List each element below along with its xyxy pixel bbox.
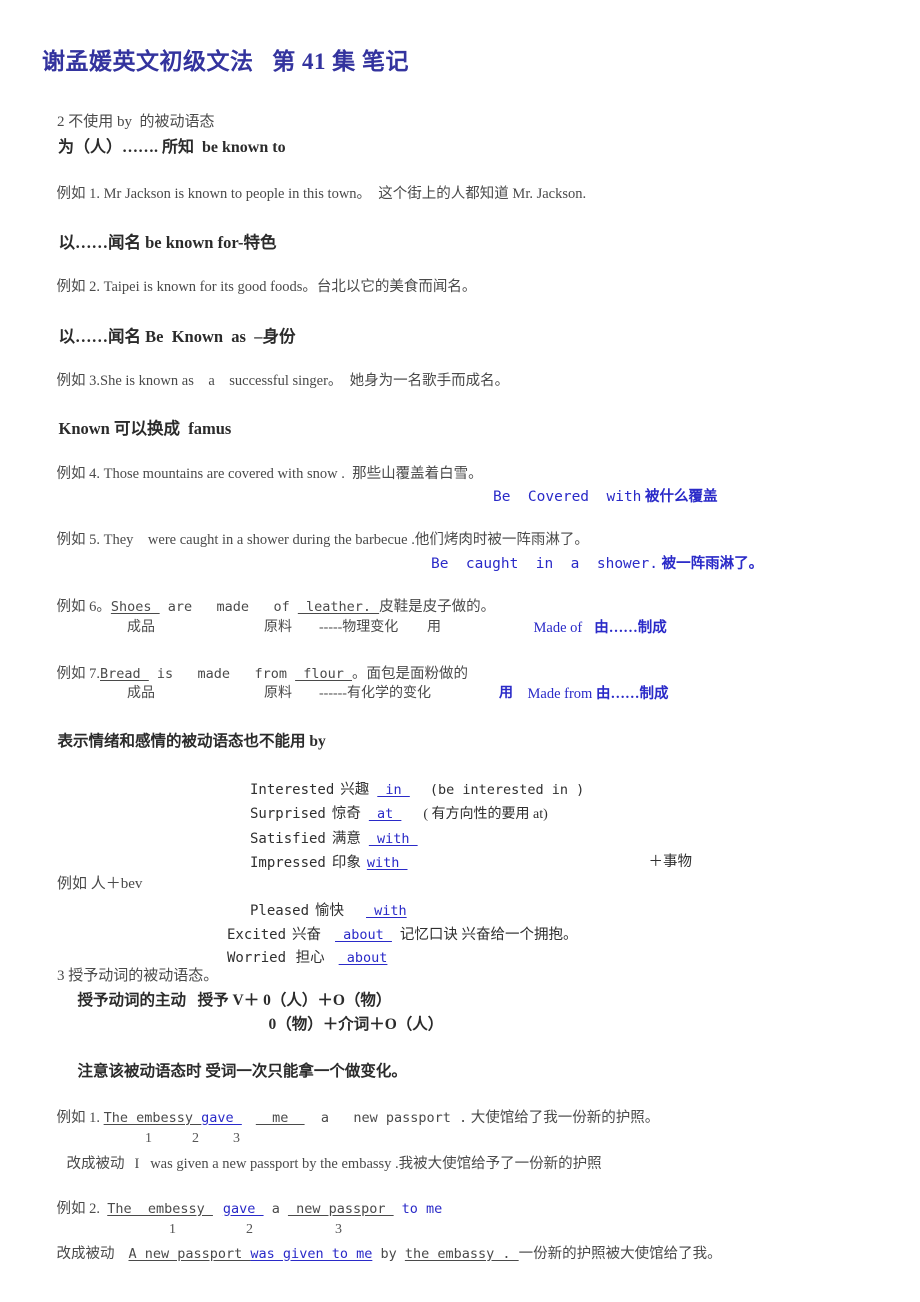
emotion2-note-1: 记忆口诀 兴奋给一个拥抱。 [399,927,578,943]
example-7-rule-english: Made from [527,685,596,702]
example-2-text: 例如 2. Taipei is known for its good foods… [56,278,477,295]
emotion2-row-2: Worried 担心 about [211,934,387,982]
s3-example-1-passive: 改成被动 I was given a new passport by the em… [52,1142,602,1186]
s3-example-2-article: a [263,1200,288,1217]
example-person-bev-text: 例如 人＋bev [57,876,143,892]
s3-example-1-indirect-object: me [255,1109,305,1126]
emotion2-prep-2: about [338,950,388,966]
example-6-note-b-text: 原料 [264,620,292,635]
example-6-note-b: 原料 [250,607,292,649]
heading-emotion: 表示情绪和感情的被动语态也不能用 by [42,718,326,765]
example-6-note-c: -----物理变化 [305,607,398,649]
example-7-note-b-text: 原料 [264,686,292,701]
s3-example-1-passive-label: 改成被动 [66,1155,125,1172]
heading-famus-text: Known 可以换成 famus [58,418,232,438]
emotion-word-3: Impressed [250,855,326,871]
example-6-prefix: 例如 6。 [56,598,111,615]
s3-example-1-prefix: 例如 1. [56,1109,104,1126]
heading-known-as: 以……闻名 Be Known as –身份 [42,312,296,362]
example-person-bev: 例如 人＋bev [42,862,142,907]
example-1-text: 例如 1. Mr Jackson is known to people in t… [56,185,587,202]
example-7-rule-chinese: 由……制成 [595,685,669,702]
example-6-rule: Made of 由……制成 [519,606,667,650]
example-6-note-c-text: -----物理变化 [319,620,399,635]
emotion-cn-3: 印象 [331,855,361,871]
s3-example-2-passive-label: 改成被动 [56,1245,115,1262]
annotation-5: Be caught in a shower. 被一阵雨淋了。 [415,540,763,588]
emotion-row-3: Impressed 印象 with [234,839,408,887]
section2-heading-line2-text: 为（人）……. 所知 be known to [58,139,286,156]
annotation-4-english: Be Covered with [493,489,642,505]
heading-famus: Known 可以换成 famus [42,404,232,454]
section2-heading-line2: 为（人）……. 所知 be known to [42,124,286,172]
s3-example-2-passive-chinese: 一份新的护照被大使馆给了我。 [518,1245,722,1262]
example-7-note-b: 原料 [250,673,292,715]
example-3: 例如 3.She is known as a successful singer… [42,359,510,403]
section3-line-2: 0（物）＋介词＋O（人） [253,1001,444,1048]
example-7-note-c-text: ------有化学的变化 [319,686,431,701]
s3-example-1-chinese: 大使馆给了我一份新的护照。 [467,1109,660,1126]
section3-line-2-text: 0（物）＋介词＋O（人） [268,1015,444,1033]
example-6-note-a: 成品 [113,607,155,649]
document-page: 谢孟媛英文初级文法 第 41 集 笔记 2 不使用 by 的被动语态 为（人）…… [0,0,920,1302]
example-7-note-a: 成品 [113,673,155,715]
heading-known-for: 以……闻名 be known for-特色 [42,218,277,268]
s3-example-2-prefix: 例如 2. [56,1200,108,1217]
s3-example-2-passive-by: by [372,1245,405,1262]
example-6-note-d-text: 用 [427,620,441,635]
s3-example-2-passive: 改成被动 A new passport was given to me by th… [42,1232,722,1276]
page-title: 谢孟媛英文初级文法 第 41 集 笔记 [42,49,409,74]
example-6-note-a-text: 成品 [127,620,155,635]
section3-note: 注意该被动语态时 受词一次只能拿一个做变化。 [62,1048,407,1095]
annotation-4: Be Covered with 被什么覆盖 [477,473,718,521]
s3-example-1-rest: a new passport . [304,1109,468,1126]
example-7-note-c: ------有化学的变化 [305,673,431,715]
example-7-note-d-text: 用 [499,686,513,701]
example-1: 例如 1. Mr Jackson is known to people in t… [42,172,587,216]
s3-example-2-passive-verb: was given to me [250,1245,373,1262]
section3-note-text: 注意该被动语态时 受词一次只能拿一个做变化。 [77,1062,407,1080]
s3-example-1-passive-text: I was given a new passport by the embass… [134,1155,602,1172]
heading-known-for-text: 以……闻名 be known for-特色 [58,232,277,252]
emotion-prep-3: with [366,855,408,871]
heading-emotion-text: 表示情绪和感情的被动语态也不能用 by [57,732,326,750]
annotation-4-chinese: 被什么覆盖 [641,489,718,505]
example-7-note-a-text: 成品 [127,686,155,701]
annotation-5-chinese: 被一阵雨淋了。 [657,556,764,572]
s3-example-2-to-phrase: to me [401,1200,443,1217]
s3-example-2-passive-subject: A new passport [128,1245,251,1262]
s3-example-2-passive-agent: the embassy . [404,1245,519,1262]
example-4-text: 例如 4. Those mountains are covered with s… [56,465,483,482]
example-6-rule-chinese: 由……制成 [594,619,667,636]
emotion-right-note-text: ＋事物 [648,853,693,870]
example-6-rule-english: Made of [533,619,583,636]
example-3-text: 例如 3.She is known as a successful singer… [56,372,510,389]
emotion-note-1: ( 有方向性的要用 at) [423,807,548,822]
emotion-right-note: ＋事物 [634,840,693,884]
example-7-note-d: 用 [485,673,513,715]
example-7-prefix: 例如 7. [56,665,101,682]
emotion2-cn-2: 担心 [292,950,325,966]
example-2: 例如 2. Taipei is known for its good foods… [42,265,477,309]
heading-known-as-text: 以……闻名 Be Known as –身份 [58,326,296,346]
annotation-5-english: Be caught in a shower. [431,556,658,572]
emotion2-word-2: Worried [227,950,287,966]
example-7-rule: Made from 由……制成 [513,672,669,716]
example-6-note-d: 用 [413,607,441,649]
example-4: 例如 4. Those mountains are covered with s… [42,452,483,496]
